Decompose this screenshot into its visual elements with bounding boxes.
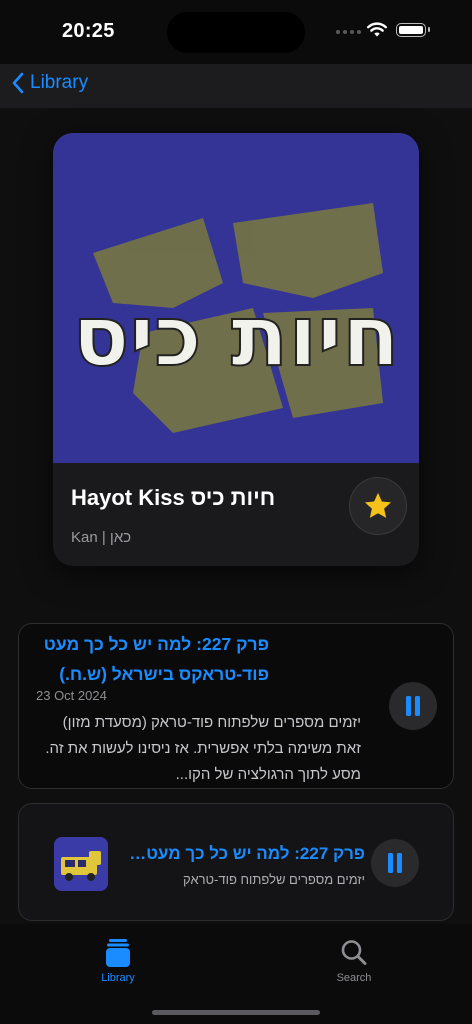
episode-date: 23 Oct 2024 (36, 688, 107, 703)
podcast-header-card: חיות כיס Hayot Kiss חיות כיס Kan | כאן (53, 133, 419, 566)
tab-library[interactable]: Library (78, 938, 158, 984)
search-icon (341, 940, 367, 965)
mini-player[interactable]: פרק 227: למה יש כל כך מעט פוד-טראקס בישר… (18, 803, 454, 921)
favorite-button[interactable] (349, 477, 407, 535)
tab-search-label: Search (336, 972, 372, 984)
podcast-artwork: חיות כיס (53, 133, 419, 463)
mini-player-pause-button[interactable] (371, 839, 419, 887)
tab-library-label: Library (101, 972, 135, 984)
podcast-publisher: Kan | כאן (71, 529, 132, 546)
mini-player-artwork (54, 837, 108, 891)
status-bar: 20:25 (0, 0, 472, 64)
mini-player-subtitle: יזמים מספרים שלפתוח פוד-טראק (183, 872, 365, 887)
artwork-wordmark: חיות כיס (72, 287, 399, 385)
tab-bar: Library Search (0, 924, 472, 1024)
back-button[interactable]: Library (12, 72, 88, 94)
pause-icon (406, 696, 420, 716)
library-icon (106, 939, 130, 967)
episode-pause-button[interactable] (389, 682, 437, 730)
cellular-signal-icon (336, 30, 361, 34)
home-indicator (152, 1010, 320, 1015)
back-label: Library (30, 72, 89, 93)
battery-icon (396, 23, 430, 37)
mini-player-title[interactable]: פרק 227: למה יש כל כך מעט פוד-טראקס בישר… (125, 844, 365, 864)
tab-search[interactable]: Search (314, 938, 394, 984)
chevron-left-icon (12, 72, 24, 94)
episode-title-line2[interactable]: פוד-טראקס בישראל (ש.ח.) (19, 659, 269, 689)
episode-description: יזמים מספרים שלפתוח פוד-טראק (מסעדת מזון… (45, 714, 361, 783)
dynamic-island (167, 12, 305, 53)
star-icon (364, 492, 392, 518)
podcast-title: Hayot Kiss חיות כיס (71, 485, 276, 510)
navigation-bar: Library (0, 64, 472, 108)
pause-icon (388, 853, 402, 873)
episode-title-line1[interactable]: פרק 227: למה יש כל כך מעט (19, 629, 269, 659)
status-time: 20:25 (62, 20, 115, 42)
wifi-icon (367, 22, 387, 37)
episode-card[interactable]: פרק 227: למה יש כל כך מעט פוד-טראקס בישר… (18, 623, 454, 789)
